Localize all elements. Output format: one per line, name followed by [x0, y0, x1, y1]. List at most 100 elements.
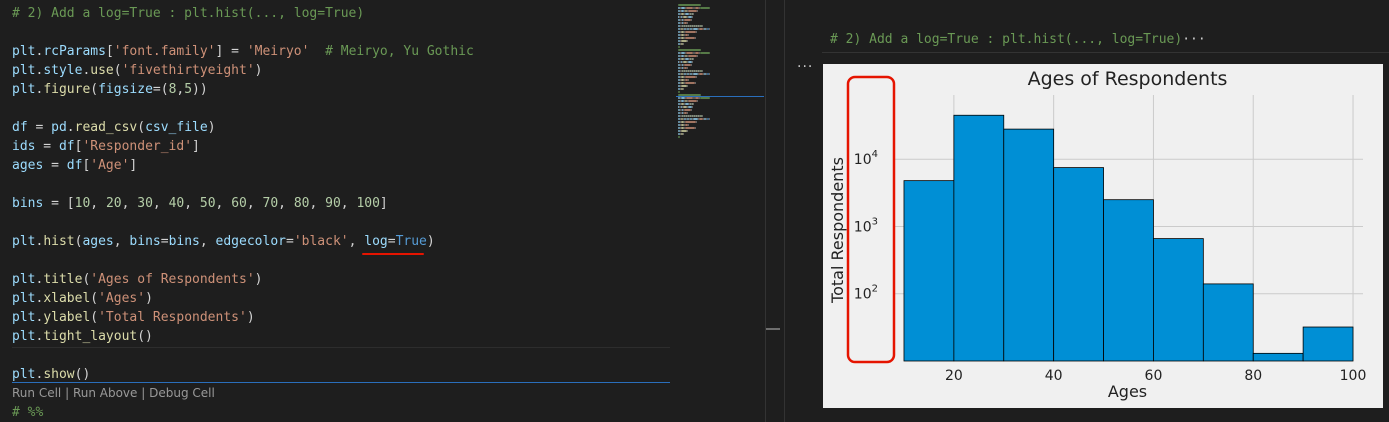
minimap-line — [686, 7, 693, 9]
code-token: = — [160, 234, 169, 249]
minimap-line — [684, 109, 691, 111]
y-tick-base: 10 — [854, 219, 872, 235]
code-token: 90 — [325, 196, 341, 211]
code-token: 'Responder_id' — [82, 139, 193, 154]
code-token: ) — [426, 234, 435, 249]
code-token: 'fivethirtyeight' — [121, 63, 255, 78]
code-token: df — [12, 120, 28, 135]
code-token: True — [395, 234, 427, 249]
split-gutter[interactable] — [766, 0, 784, 422]
minimap-line — [695, 127, 696, 129]
code-token: = — [387, 234, 396, 249]
code-editor[interactable]: # 2) Add a log=True : plt.hist(..., log=… — [0, 0, 765, 422]
minimap-line — [696, 121, 697, 123]
code-token: , — [340, 196, 357, 211]
minimap-line — [709, 28, 710, 30]
code-token: plt — [12, 234, 36, 249]
code-token: figure — [43, 82, 91, 97]
code-line: # 2) Add a log=True : plt.hist(..., log=… — [12, 4, 364, 23]
histogram-bar — [1003, 128, 1055, 362]
code-token: , — [309, 196, 326, 211]
minimap-line — [692, 16, 693, 18]
log-true-underline-annotation — [362, 253, 424, 255]
code-token: , — [184, 196, 200, 211]
code-token: 10 — [74, 196, 91, 211]
code-token: bins — [12, 196, 44, 211]
minimap-line — [678, 4, 701, 6]
code-token: ids — [12, 139, 36, 154]
minimap-line — [696, 76, 697, 78]
code-token: plt — [12, 272, 36, 287]
histogram-bar — [1202, 283, 1254, 362]
code-token: df — [66, 158, 83, 173]
minimap-line — [687, 40, 688, 42]
y-tick-exponent: 3 — [872, 216, 878, 227]
minimap-line — [686, 97, 693, 99]
code-token: , — [215, 196, 232, 211]
code-token: )) — [192, 82, 208, 97]
code-token: =( — [152, 82, 169, 97]
code-token: # Meiryo, Yu Gothic — [325, 44, 474, 59]
minimap[interactable] — [676, 0, 764, 160]
code-token: = — [43, 158, 67, 173]
minimap-line — [692, 61, 693, 63]
code-token: ages — [82, 234, 114, 249]
debug-cell-link[interactable]: Debug Cell — [149, 386, 215, 400]
minimap-line — [683, 133, 684, 135]
code-token: , — [348, 234, 365, 249]
minimap-line — [709, 118, 710, 120]
run-above-link[interactable]: Run Above — [73, 386, 137, 400]
histogram-bar — [1053, 167, 1104, 362]
code-token: plt — [12, 291, 36, 306]
y-axis-label: Total Respondents — [828, 157, 847, 304]
code-token: ] — [379, 196, 388, 211]
run-cell-link[interactable]: Run Cell — [12, 386, 61, 400]
y-tick-label: 102 — [854, 284, 878, 303]
code-token: tight_layout — [43, 329, 138, 344]
code-line: plt.style.use('fivethirtyeight') — [12, 61, 262, 80]
histogram-bar — [1153, 238, 1204, 362]
scrollbar-marker[interactable] — [766, 328, 780, 330]
code-token: plt — [12, 310, 36, 325]
histogram-chart: 20 40 60 80 100102103104Ages of RespondentsA… — [828, 68, 1366, 401]
code-token: ] = — [215, 44, 247, 59]
minimap-line — [688, 79, 689, 81]
code-token: ) — [254, 63, 263, 78]
more-actions-icon[interactable]: ··· — [797, 59, 813, 75]
minimap-line — [702, 25, 703, 27]
minimap-line — [685, 127, 695, 129]
minimap-line — [687, 85, 688, 87]
y-tick-base: 10 — [854, 152, 872, 168]
minimap-line — [685, 82, 695, 84]
code-token: plt — [12, 367, 36, 382]
code-token: plt — [12, 82, 36, 97]
minimap-line — [691, 19, 692, 21]
code-token: = — [285, 234, 294, 249]
code-line: plt.rcParams['font.family'] = 'Meiryo' #… — [12, 42, 474, 61]
code-token: 60 — [231, 196, 247, 211]
output-expand-icon[interactable]: ··· — [1182, 32, 1205, 47]
minimap-line — [700, 7, 710, 9]
output-cell-header[interactable]: # 2) Add a log=True : plt.hist(..., log=… — [830, 30, 1206, 49]
cell-divider — [12, 347, 670, 348]
minimap-line — [687, 130, 688, 132]
code-token: figsize — [98, 82, 153, 97]
code-token: ) — [254, 272, 263, 287]
chart-title: Ages of Respondents — [1028, 68, 1228, 90]
minimap-line — [685, 76, 696, 78]
x-tick-label: 60 — [1145, 368, 1163, 384]
minimap-line — [688, 124, 689, 126]
y-tick-label: 103 — [854, 216, 878, 235]
minimap-line — [697, 100, 698, 102]
code-token: 20 — [105, 196, 122, 211]
code-token: 'Meiryo' — [246, 44, 310, 59]
code-line: plt.xlabel('Ages') — [12, 289, 153, 308]
x-tick-label: 40 — [1045, 368, 1063, 384]
code-token: 'font.family' — [113, 44, 216, 59]
code-token: 'Ages of Respondents' — [90, 272, 255, 287]
x-tick-label: 80 — [1244, 368, 1262, 384]
minimap-line — [684, 64, 691, 66]
code-token: = — [35, 139, 59, 154]
minimap-line — [688, 10, 697, 12]
code-token: hist — [43, 234, 75, 249]
